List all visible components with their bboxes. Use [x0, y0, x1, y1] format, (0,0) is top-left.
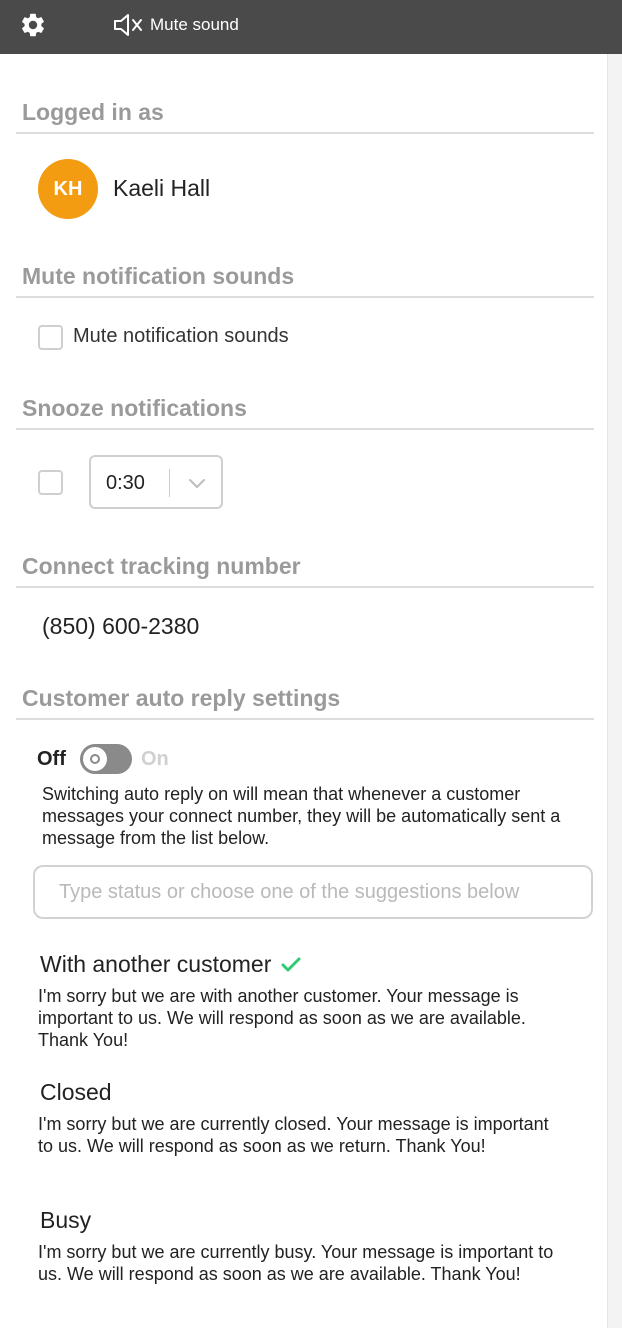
- mute-sound-button[interactable]: Mute sound: [112, 12, 239, 38]
- toggle-knob: [83, 747, 107, 771]
- suggestion-item[interactable]: With another customer I'm sorry but we a…: [38, 951, 558, 1051]
- section-title-mute: Mute notification sounds: [22, 263, 295, 289]
- top-toolbar: Mute sound: [0, 0, 622, 54]
- suggestion-title: Closed: [40, 1079, 112, 1105]
- divider: [16, 428, 594, 430]
- mute-sound-label: Mute sound: [150, 15, 239, 34]
- divider: [16, 718, 594, 720]
- section-title-auto-reply: Customer auto reply settings: [22, 685, 341, 711]
- tracking-phone-number: (850) 600-2380: [42, 613, 200, 639]
- divider: [16, 586, 594, 588]
- toggle-off-label: Off: [37, 748, 66, 770]
- speaker-muted-icon: [114, 14, 142, 36]
- suggestion-item[interactable]: Closed I'm sorry but we are currently cl…: [38, 1079, 558, 1157]
- section-title-snooze: Snooze notifications: [22, 395, 247, 421]
- suggestion-body: I'm sorry but we are currently closed. Y…: [38, 1114, 549, 1156]
- auto-reply-description: Switching auto reply on will mean that w…: [42, 784, 561, 848]
- toggle-on-label: On: [141, 748, 169, 770]
- suggestion-body: I'm sorry but we are with another custom…: [38, 986, 526, 1050]
- suggestion-title: Busy: [40, 1207, 92, 1233]
- select-separator: [169, 469, 170, 497]
- section-title-tracking: Connect tracking number: [22, 553, 301, 579]
- snooze-duration-value: 0:30: [106, 472, 145, 494]
- snooze-duration-select[interactable]: 0:30: [89, 455, 223, 509]
- mute-sounds-checkbox[interactable]: [38, 325, 63, 350]
- snooze-checkbox[interactable]: [38, 470, 63, 495]
- auto-reply-toggle[interactable]: [80, 744, 132, 774]
- checkmark-icon: [281, 957, 301, 971]
- avatar: KH: [38, 159, 98, 219]
- user-name: Kaeli Hall: [113, 175, 211, 201]
- scrollbar[interactable]: [607, 54, 622, 1328]
- divider: [16, 296, 594, 298]
- chevron-down-icon: [189, 479, 205, 488]
- divider: [16, 132, 594, 134]
- suggestion-title: With another customer: [40, 951, 272, 977]
- suggestion-item[interactable]: Busy I'm sorry but we are currently busy…: [38, 1207, 558, 1285]
- section-title-logged-in: Logged in as: [22, 99, 164, 125]
- suggestion-body: I'm sorry but we are currently busy. You…: [38, 1242, 554, 1284]
- status-input[interactable]: [33, 865, 593, 919]
- mute-sounds-checkbox-label[interactable]: Mute notification sounds: [73, 325, 289, 348]
- gear-icon[interactable]: [19, 11, 47, 39]
